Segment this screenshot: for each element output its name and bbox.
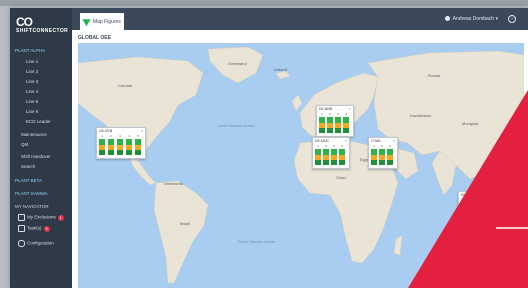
sidebar-item-line-6[interactable]: Line 6 [26, 109, 38, 114]
sidebar-item-my-exclusions[interactable]: My Exclusions 1 [18, 214, 64, 221]
close-icon[interactable]: × [483, 192, 485, 197]
oee-bar: 2 [327, 112, 333, 134]
notification-badge: 5 [43, 225, 50, 232]
sidebar: CO SHIFTCONNECTOR PLANT ALPHA Line 1 Lin… [10, 8, 72, 288]
close-icon[interactable]: × [345, 138, 347, 143]
help-icon[interactable]: ? [508, 15, 516, 23]
plant-name: US-NYB [99, 129, 113, 133]
oee-bar: 1 [371, 144, 377, 166]
notification-badge: 1 [57, 214, 64, 221]
map-land [78, 46, 524, 284]
sidebar-section-plant-alpha[interactable]: PLANT ALPHA [15, 48, 45, 53]
plant-card-de-muc[interactable]: DE-MUC × 1 2 3 4 [312, 137, 350, 169]
monitor-bezel [0, 0, 528, 6]
sidebar-item-maintenance[interactable]: Maintenance [21, 132, 47, 137]
list-icon [18, 214, 25, 221]
sidebar-item-line-1[interactable]: Line 1 [26, 59, 38, 64]
plant-card-in-mbi[interactable]: IN-MBI × 1 2 3 [458, 191, 488, 223]
oee-bar: 3 [331, 144, 337, 166]
top-bar: Map Figures Andreas Dombach ▾ ? [72, 8, 528, 30]
sidebar-item-label: Task(s) [27, 225, 42, 231]
oee-bar: 1 [461, 198, 467, 220]
sidebar-item-line-3[interactable]: Line 3 [26, 79, 38, 84]
oee-bar: 2 [469, 198, 475, 220]
close-icon[interactable]: × [349, 106, 351, 111]
plant-name: DE-BNR [319, 107, 333, 111]
map-label-greenland: Greenland [228, 61, 247, 66]
plant-card-de-bnr[interactable]: DE-BNR × 1 2 3 4 [316, 105, 354, 137]
close-icon[interactable]: × [393, 138, 395, 143]
logo-mark: CO [16, 15, 33, 29]
oee-bar: 4 [343, 112, 349, 134]
task-icon [18, 225, 25, 232]
map-label-kazakhstan: Kazakhstan [410, 113, 431, 118]
oee-bar: 2 [108, 134, 114, 156]
oee-bar: 1 [315, 144, 321, 166]
sidebar-item-shift-handover[interactable]: Shift Handover [21, 154, 51, 159]
sidebar-item-tasks[interactable]: Task(s) 5 [18, 225, 50, 232]
user-menu[interactable]: Andreas Dombach ▾ [444, 16, 498, 22]
logo-text: SHIFTCONNECTOR [16, 28, 69, 34]
sidebar-item-line-5[interactable]: Line 5 [26, 99, 38, 104]
user-icon [444, 16, 450, 22]
oee-bar: 5 [135, 134, 141, 156]
user-name: Andreas Dombach [452, 16, 495, 22]
sidebar-item-configuration[interactable]: Configuration [18, 240, 54, 247]
map-label-iceland: Iceland [274, 67, 287, 72]
sidebar-item-search[interactable]: Search [21, 164, 35, 169]
tab-label: Map Figures [93, 19, 121, 25]
map-label-venezuela: Venezuela [164, 181, 183, 186]
oee-bar: 3 [117, 134, 123, 156]
sidebar-section-plant-beta[interactable]: PLANT BETA [15, 178, 42, 183]
sidebar-item-line-2[interactable]: Line 2 [26, 69, 38, 74]
sidebar-item-line-4[interactable]: Line 4 [26, 89, 38, 94]
map-label-chad: Chad [336, 175, 346, 180]
oee-bar: 1 [99, 134, 105, 156]
plant-name: IN-MBI [461, 193, 472, 197]
sidebar-section-my-navigator: MY NAVIGATOR [15, 204, 49, 209]
close-icon[interactable]: × [141, 128, 143, 133]
map-label-mongolia: Mongolia [462, 121, 479, 126]
plant-name: DE-MUC [315, 139, 329, 143]
sidebar-item-ecd-leader[interactable]: ECD Leader [26, 119, 51, 124]
tab-map-figures[interactable]: Map Figures [80, 13, 124, 30]
map-label-south-atlantic: South Atlantic Ocean [238, 239, 276, 244]
logo[interactable]: CO SHIFTCONNECTOR [16, 16, 68, 44]
plant-card-us-nyb[interactable]: US-NYB × 1 2 3 4 5 [96, 127, 146, 159]
paper-plane-icon [82, 15, 93, 27]
oee-bar: 3 [335, 112, 341, 134]
oee-bar: 2 [379, 144, 385, 166]
oee-bar: 1 [319, 112, 325, 134]
page-title: GLOBAL OEE [78, 35, 111, 41]
map-label-russia: Russia [428, 73, 441, 78]
sidebar-section-plant-gamma[interactable]: PLANT GAMMA [15, 191, 48, 196]
oee-bar: 4 [339, 144, 345, 166]
map-label-brazil: Brazil [180, 221, 191, 226]
oee-bar: 2 [323, 144, 329, 166]
oee-bar: 4 [126, 134, 132, 156]
gear-icon [18, 240, 25, 247]
world-map[interactable]: Greenland Iceland Canada Russia Kazakhst… [78, 43, 524, 288]
map-label-canada: Canada [118, 83, 133, 88]
app-window: CO SHIFTCONNECTOR PLANT ALPHA Line 1 Lin… [10, 8, 528, 288]
sidebar-item-qm[interactable]: QM [21, 142, 28, 147]
plant-name: IT-MIL [371, 139, 381, 143]
plant-card-it-mil[interactable]: IT-MIL × 1 2 3 [368, 137, 398, 169]
oee-bar: 3 [387, 144, 393, 166]
map-label-north-atlantic: North Atlantic Ocean [218, 123, 255, 128]
oee-bar: 3 [477, 198, 483, 220]
sidebar-item-label: Configuration [27, 240, 54, 246]
sidebar-item-label: My Exclusions [27, 214, 56, 220]
